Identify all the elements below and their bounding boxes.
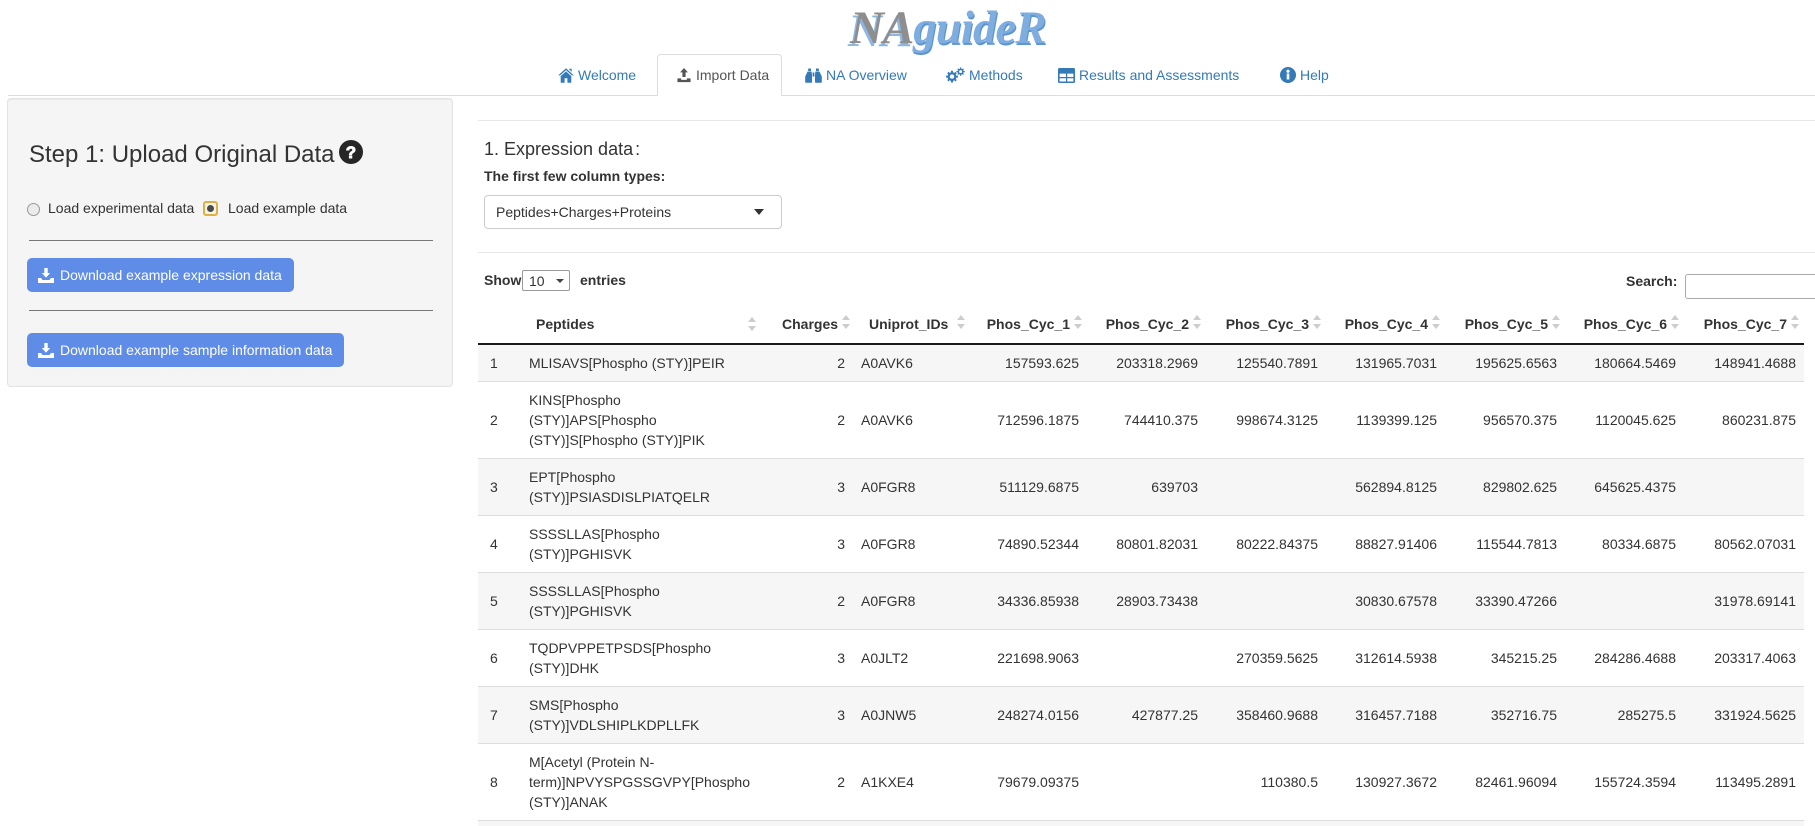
svg-text:?: ? <box>345 143 355 162</box>
